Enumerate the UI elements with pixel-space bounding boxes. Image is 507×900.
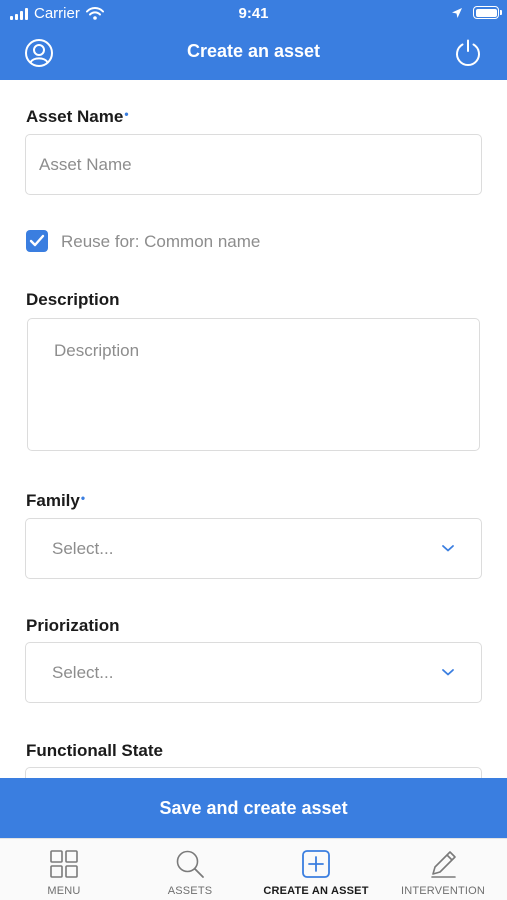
grid-icon <box>50 850 78 878</box>
description-label: Description <box>26 290 120 309</box>
chevron-down-icon <box>442 545 454 552</box>
reuse-label[interactable]: Reuse for: Common name <box>61 232 260 252</box>
required-mark: • <box>124 107 129 121</box>
priorization-select[interactable]: Select... <box>25 642 482 703</box>
save-and-create-button[interactable]: Save and create asset <box>0 778 507 838</box>
asset-name-label: Asset Name• <box>26 107 129 126</box>
required-mark: • <box>80 491 86 505</box>
description-textarea[interactable]: Description <box>27 318 480 451</box>
tab-intervention[interactable]: INTERVENTION <box>380 839 506 900</box>
tab-create-asset[interactable]: CREATE AN ASSET <box>253 839 379 900</box>
search-icon <box>176 850 204 878</box>
power-icon[interactable] <box>453 38 483 68</box>
status-time: 9:41 <box>238 5 269 22</box>
tab-intervention-label: INTERVENTION <box>400 885 486 897</box>
family-select-value: Select... <box>52 539 114 558</box>
priorization-label: Priorization <box>26 616 120 635</box>
pencil-icon <box>431 851 456 878</box>
status-bar: Carrier 9:41 <box>0 0 507 28</box>
battery-icon <box>473 6 502 19</box>
asset-name-placeholder: Asset Name <box>39 155 132 174</box>
status-right <box>451 6 502 19</box>
tab-assets-label: ASSETS <box>167 885 213 897</box>
location-arrow-icon <box>452 7 462 18</box>
functional-state-select[interactable] <box>25 767 482 778</box>
tab-menu-label: MENU <box>47 885 81 897</box>
functional-state-label: Functionall State <box>26 741 163 760</box>
plus-square-icon <box>302 850 330 878</box>
page-title: Create an asset <box>186 41 321 61</box>
tab-menu[interactable]: MENU <box>1 839 127 900</box>
reuse-checkbox[interactable] <box>26 230 48 252</box>
family-select[interactable]: Select... <box>25 518 482 579</box>
app-header: Carrier 9:41 Create an asset <box>0 0 507 80</box>
tab-assets[interactable]: ASSETS <box>127 839 253 900</box>
description-placeholder: Description <box>54 341 140 360</box>
tab-bar: MENU ASSETS CREATE AN ASSET INTERVENTION <box>0 838 507 900</box>
nav-bar: Create an asset <box>0 28 507 80</box>
chevron-down-icon <box>442 669 454 676</box>
asset-name-input[interactable]: Asset Name <box>25 134 482 195</box>
priorization-select-value: Select... <box>52 663 114 682</box>
asset-form: Asset Name• Asset Name Reuse for: Common… <box>0 80 507 778</box>
family-label: Family• <box>26 491 86 510</box>
tab-create-asset-label: CREATE AN ASSET <box>263 885 369 897</box>
checkmark-icon <box>29 234 45 247</box>
